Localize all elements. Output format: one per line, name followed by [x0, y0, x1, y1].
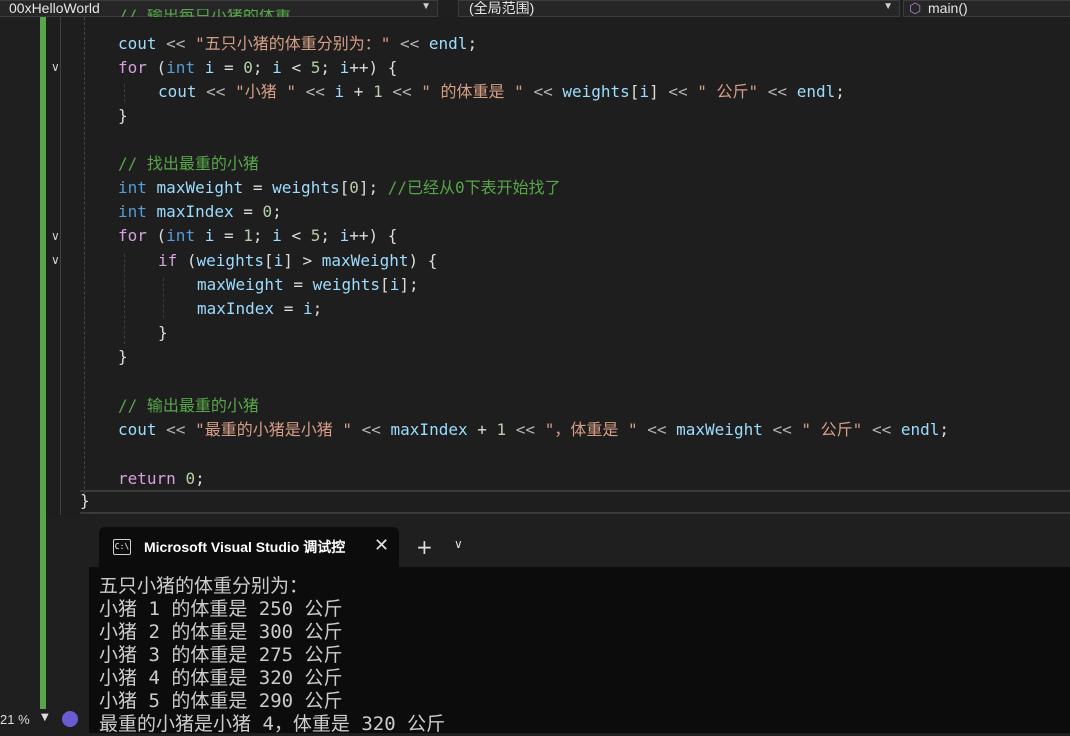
code-line-20[interactable]: } — [80, 489, 90, 513]
output-line: 小猪 5 的体重是 290 公斤 — [99, 690, 343, 712]
scope-dropdown[interactable]: (全局范围) ▼ — [458, 0, 900, 17]
code-line-11[interactable]: maxWeight = weights[i]; — [197, 273, 419, 297]
code-line-3[interactable]: cout << "小猪 " << i + 1 << " 的体重是 " << we… — [158, 80, 845, 104]
code-line-8[interactable]: int maxIndex = 0; — [118, 200, 282, 224]
output-line: 小猪 1 的体重是 250 公斤 — [99, 598, 343, 620]
indent-guide — [124, 84, 125, 102]
chevron-down-icon: ▼ — [883, 1, 893, 12]
code-line-2[interactable]: for (int i = 0; i < 5; i++) { — [118, 56, 397, 80]
code-line-17[interactable]: cout << "最重的小猪是小猪 " << maxIndex + 1 << "… — [118, 418, 949, 442]
status-bar: 21 % ▼ — [0, 709, 89, 733]
new-tab-button[interactable]: + — [416, 535, 433, 559]
console-tab-title: Microsoft Visual Studio 调试控 — [144, 539, 346, 555]
string-literal: "五只小猪的体重分别为：" — [195, 34, 391, 53]
console-tab-bar: C:\ Microsoft Visual Studio 调试控 ✕ + ∨ — [89, 515, 1070, 567]
code-line-7[interactable]: int maxWeight = weights[0]; //已经从0下表开始找了 — [118, 176, 561, 200]
debug-console[interactable]: C:\ Microsoft Visual Studio 调试控 ✕ + ∨ 五只… — [89, 515, 1070, 736]
outline-line — [60, 17, 61, 127]
current-line-highlight — [80, 490, 1070, 514]
chevron-down-icon[interactable]: ∨ — [454, 537, 463, 551]
output-line: 小猪 4 的体重是 320 公斤 — [99, 667, 343, 689]
indent-guide — [124, 254, 125, 344]
fold-chevron-icon[interactable]: ∨ — [51, 229, 60, 243]
code-line-12[interactable]: maxIndex = i; — [197, 297, 322, 321]
output-line: 小猪 2 的体重是 300 公斤 — [99, 621, 343, 643]
copilot-icon[interactable] — [62, 711, 78, 727]
close-icon[interactable]: ✕ — [374, 535, 389, 556]
output-line: 五只小猪的体重分别为： — [99, 575, 309, 597]
code-line-16[interactable]: // 输出最重的小猪 — [118, 394, 259, 418]
outline-line — [60, 120, 61, 515]
fold-chevron-icon[interactable]: ∨ — [51, 253, 60, 267]
block-guide — [84, 17, 86, 494]
code-line-partial: // 输出每只小猪的体重 — [118, 9, 291, 17]
indent-guide — [163, 278, 164, 318]
member-dropdown[interactable]: ⬡ main() — [903, 0, 1070, 17]
code-line-10[interactable]: if (weights[i] > maxWeight) { — [158, 249, 437, 273]
fold-chevron-icon[interactable]: ∨ — [51, 60, 60, 74]
line-number-gutter — [0, 17, 40, 717]
code-line-4[interactable]: } — [118, 104, 128, 128]
terminal-icon: C:\ — [113, 539, 131, 555]
zoom-level[interactable]: 21 % — [0, 712, 30, 727]
code-line-19[interactable]: return 0; — [118, 467, 205, 491]
project-name: 00xHelloWorld — [9, 0, 100, 16]
console-output: 五只小猪的体重分别为： 小猪 1 的体重是 250 公斤 小猪 2 的体重是 300… — [99, 575, 445, 736]
code-line-1[interactable]: cout << "五只小猪的体重分别为：" << endl; — [118, 32, 477, 56]
code-line-14[interactable]: } — [118, 345, 128, 369]
chevron-down-icon: ▼ — [421, 1, 431, 12]
scope-name: (全局范围) — [469, 0, 535, 16]
member-name: main() — [928, 0, 968, 16]
chevron-down-icon[interactable]: ▼ — [41, 712, 49, 723]
console-tab[interactable]: C:\ Microsoft Visual Studio 调试控 ✕ — [99, 527, 399, 567]
cube-icon: ⬡ — [909, 0, 922, 16]
code-line-6[interactable]: // 找出最重的小猪 — [118, 152, 259, 176]
output-line: 小猪 3 的体重是 275 公斤 — [99, 644, 343, 666]
code-line-13[interactable]: } — [158, 321, 168, 345]
code-line-9[interactable]: for (int i = 1; i < 5; i++) { — [118, 224, 397, 248]
